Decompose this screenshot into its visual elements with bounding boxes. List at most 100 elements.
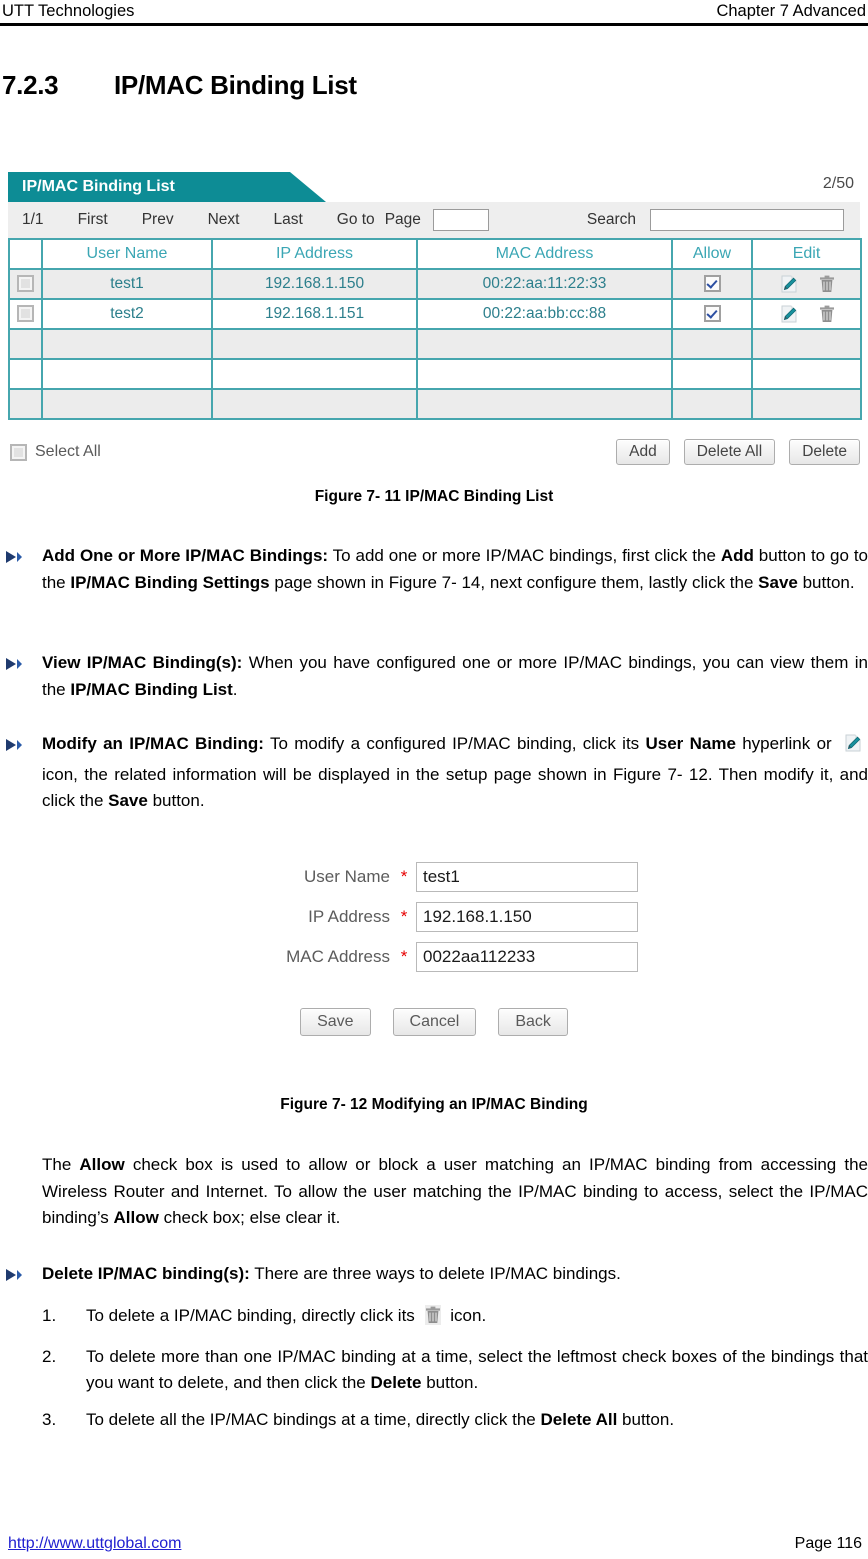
entry-count-badge: 2/50 (822, 175, 854, 192)
row-select-cell[interactable] (8, 298, 43, 330)
bullet-add-text: Add One or More IP/MAC Bindings: To add … (42, 543, 868, 596)
row-select-cell (8, 388, 43, 420)
step-text: To delete all the IP/MAC bindings at a t… (86, 1407, 868, 1434)
search-label: Search (586, 211, 637, 228)
delete-all-button[interactable]: Delete All (683, 439, 776, 465)
pagination-toolbar: 1/1 First Prev Next Last Go to Page Sear… (8, 202, 860, 238)
bullet-modify-b2: Save (108, 791, 148, 810)
list-action-bar: Select All Add Delete All Delete (10, 435, 860, 469)
cell-ip-address (211, 328, 418, 360)
cell-user-name[interactable]: test2 (41, 298, 213, 330)
row-checkbox[interactable] (17, 275, 34, 293)
bullet-delete-block: Delete IP/MAC binding(s): There are thre… (0, 1261, 868, 1288)
cell-mac-address (416, 328, 673, 360)
cell-user-name (41, 388, 213, 420)
cell-mac-address: 00:22:aa:11:22:33 (416, 268, 673, 300)
step3-b1: Delete All (540, 1409, 618, 1429)
bullet-view-b1: IP/MAC Binding List (70, 679, 233, 699)
bullet-add-b3: Save (758, 572, 798, 592)
select-all-checkbox[interactable] (10, 443, 27, 461)
bullet-add-t4: button. (797, 572, 855, 592)
page-number-input[interactable] (432, 209, 489, 231)
bullet-view-t2: . (232, 679, 238, 699)
bullet-add-title: Add One or More IP/MAC Bindings: (42, 546, 329, 565)
last-page-link[interactable]: Last (273, 211, 302, 229)
panel-tab-title: IP/MAC Binding List (8, 172, 326, 202)
edit-pencil-icon[interactable] (779, 274, 799, 294)
cell-edit (751, 328, 862, 360)
cell-allow (671, 328, 753, 360)
cell-ip-address: 192.168.1.150 (211, 268, 418, 300)
row-select-cell (8, 328, 43, 360)
delete-trash-icon[interactable] (819, 274, 835, 294)
select-all-label: Select All (35, 443, 101, 460)
save-button[interactable]: Save (300, 1008, 371, 1036)
allow-b1: Allow (79, 1155, 125, 1174)
step-text: To delete a IP/MAC binding, directly cli… (86, 1303, 868, 1334)
allow-t3: check box; else clear it. (158, 1208, 341, 1227)
bullet-add-t3: page shown in Figure 7- 14, next configu… (269, 572, 759, 592)
figure-12-caption: Figure 7- 12 Modifying an IP/MAC Binding (280, 1096, 588, 1113)
page-label: Page (384, 211, 421, 228)
cell-ip-address (211, 358, 418, 390)
back-button[interactable]: Back (498, 1008, 568, 1036)
allow-checkbox[interactable] (703, 275, 721, 293)
edit-pencil-icon[interactable] (779, 304, 799, 324)
allow-b2: Allow (113, 1208, 159, 1227)
cell-allow[interactable] (671, 298, 753, 330)
list-item: 1. To delete a IP/MAC binding, directly … (42, 1303, 868, 1334)
row-checkbox[interactable] (17, 305, 34, 323)
step-number: 1. (42, 1306, 57, 1325)
section-title: IP/MAC Binding List (114, 70, 357, 100)
delete-trash-icon (424, 1305, 441, 1334)
cell-user-name[interactable]: test1 (41, 268, 213, 300)
binding-table: User Name IP Address MAC Address Allow E… (8, 238, 862, 420)
select-all-control[interactable]: Select All (10, 443, 101, 461)
search-input[interactable] (650, 209, 845, 231)
prev-page-link[interactable]: Prev (142, 211, 174, 229)
table-row: test2 192.168.1.151 00:22:aa:bb:cc:88 (8, 298, 862, 330)
step1-t1: To delete a IP/MAC binding, directly cli… (86, 1306, 420, 1325)
list-item: 3. To delete all the IP/MAC bindings at … (42, 1407, 868, 1434)
cell-allow[interactable] (671, 268, 753, 300)
ip-address-field[interactable] (416, 902, 638, 932)
allow-checkbox[interactable] (703, 305, 721, 323)
cell-ip-address (211, 388, 418, 420)
label-ip-address: IP Address (308, 907, 390, 926)
bullet-arrow-icon (4, 549, 26, 571)
cell-edit (751, 268, 862, 300)
bullet-modify-block: Modify an IP/MAC Binding: To modify a co… (0, 731, 868, 815)
add-button[interactable]: Add (616, 439, 670, 465)
cell-user-name (41, 328, 213, 360)
delete-button[interactable]: Delete (789, 439, 860, 465)
step3-t2: button. (617, 1409, 675, 1429)
bullet-delete-title: Delete IP/MAC binding(s): (42, 1264, 250, 1283)
bullet-add-b1: Add (720, 546, 754, 565)
step2-b1: Delete (370, 1373, 422, 1392)
footer-website-link[interactable]: http://www.uttglobal.com (8, 1535, 181, 1553)
cell-allow (671, 388, 753, 420)
step-number: 3. (42, 1409, 57, 1429)
table-header-row: User Name IP Address MAC Address Allow E… (8, 238, 862, 270)
figure-11-caption: Figure 7- 11 IP/MAC Binding List (314, 488, 554, 505)
row-select-cell[interactable] (8, 268, 43, 300)
cancel-button[interactable]: Cancel (392, 1008, 477, 1036)
header-chapter: Chapter 7 Advanced (716, 2, 866, 20)
step1-t2: icon. (445, 1306, 487, 1325)
allow-paragraph: The Allow check box is used to allow or … (42, 1152, 868, 1232)
required-marker: * (400, 947, 408, 966)
delete-trash-icon[interactable] (819, 304, 835, 324)
bullet-modify-text: Modify an IP/MAC Binding: To modify a co… (42, 731, 868, 815)
goto-link[interactable]: Go to (337, 211, 375, 229)
ipmac-binding-list-panel: IP/MAC Binding List 2/50 1/1 First Prev … (8, 172, 862, 420)
bullet-arrow-icon (4, 737, 26, 759)
bullet-view-text: View IP/MAC Binding(s): When you have co… (42, 650, 868, 703)
first-page-link[interactable]: First (78, 211, 108, 229)
allow-t1: The (42, 1155, 80, 1174)
next-page-link[interactable]: Next (208, 211, 240, 229)
user-name-field[interactable] (416, 862, 638, 892)
mac-address-field[interactable] (416, 942, 638, 972)
form-row-ip-address: IP Address * (0, 902, 868, 932)
bullet-arrow-icon (4, 1267, 26, 1289)
panel-tabbar: IP/MAC Binding List 2/50 (8, 172, 860, 202)
